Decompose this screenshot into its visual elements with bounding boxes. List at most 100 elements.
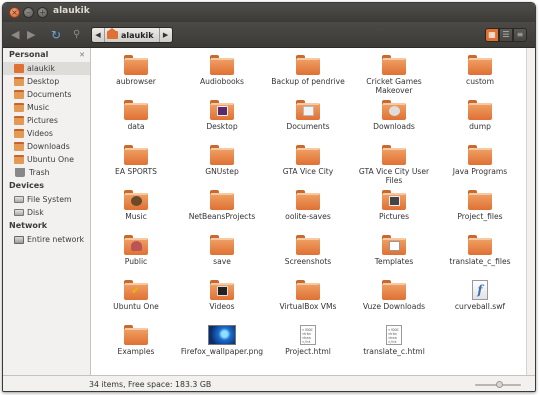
folder-icon: [210, 55, 234, 75]
file-item[interactable]: NetBeansProjects: [179, 189, 265, 234]
file-item[interactable]: Cricket Games Makeover: [351, 54, 437, 99]
file-item[interactable]: Public: [93, 234, 179, 279]
folder-shape: [468, 235, 492, 255]
file-item[interactable]: Java Programs: [437, 144, 523, 189]
file-item[interactable]: translate_c_files: [437, 234, 523, 279]
file-view[interactable]: aubrowser Audiobooks Backup of pendrive Cri…: [91, 48, 528, 375]
file-item[interactable]: GTA Vice City User Files: [351, 144, 437, 189]
templates-emblem-icon: [389, 241, 400, 251]
minimize-window-button[interactable]: –: [23, 7, 34, 18]
sidebar-item-pictures[interactable]: Pictures: [3, 114, 90, 127]
file-item[interactable]: custom: [437, 54, 523, 99]
sidebar-item-desktop[interactable]: Desktop: [3, 75, 90, 88]
reload-icon[interactable]: ↻: [51, 29, 61, 41]
file-item[interactable]: Screenshots: [265, 234, 351, 279]
scrollbar[interactable]: [526, 48, 535, 375]
file-name-label: Firefox_wallpaper.png: [180, 347, 264, 356]
folder-shape: [124, 100, 148, 120]
compact-list-icon: ≡: [516, 30, 524, 39]
titlebar[interactable]: × – + alaukik: [3, 3, 535, 22]
folder-icon: [468, 55, 492, 75]
compact-view-button[interactable]: ≡: [513, 28, 527, 42]
collapse-icon[interactable]: ✕: [79, 51, 85, 59]
file-name-label: VirtualBox VMs: [279, 302, 337, 311]
sidebar-item-home[interactable]: alaukik: [3, 62, 90, 75]
forward-arrow-icon[interactable]: ▶: [27, 29, 35, 41]
file-item[interactable]: Documents: [265, 99, 351, 144]
sidebar-section-network: Network: [3, 221, 90, 233]
back-arrow-icon[interactable]: ◀: [11, 29, 19, 41]
file-name-label: oolite-saves: [285, 212, 331, 221]
file-name-label: Public: [124, 257, 148, 266]
folder-shape: [296, 190, 320, 210]
file-item[interactable]: aubrowser: [93, 54, 179, 99]
file-item[interactable]: VirtualBox VMs: [265, 279, 351, 324]
file-item[interactable]: save: [179, 234, 265, 279]
file-item[interactable]: Firefox_wallpaper.png: [179, 324, 265, 369]
sidebar-item-label: File System: [27, 195, 72, 204]
sidebar-item-label: Desktop: [27, 77, 60, 86]
folder-shape: [296, 280, 320, 300]
file-item[interactable]: data: [93, 99, 179, 144]
sidebar-item-downloads[interactable]: Downloads: [3, 140, 90, 153]
path-crumb-label: alaukik: [121, 30, 154, 40]
file-name-label: translate_c.html: [363, 347, 425, 356]
file-item[interactable]: Examples: [93, 324, 179, 369]
path-right-arrow-icon[interactable]: ▶: [160, 31, 172, 39]
folder-icon: [14, 77, 24, 86]
close-window-button[interactable]: ×: [9, 7, 20, 18]
sidebar-item-file-system[interactable]: File System: [3, 193, 90, 206]
path-left-arrow-icon[interactable]: ◀: [92, 31, 104, 39]
icon-view-button[interactable]: ▦: [485, 28, 499, 42]
folder-icon: [468, 145, 492, 165]
file-item[interactable]: Music: [93, 189, 179, 234]
file-name-label: Videos: [209, 302, 235, 311]
file-name-label: GTA Vice City User Files: [358, 167, 430, 185]
file-item[interactable]: Vuze Downloads: [351, 279, 437, 324]
maximize-window-button[interactable]: +: [37, 7, 48, 18]
file-item[interactable]: Templates: [351, 234, 437, 279]
desktop-emblem-icon: [217, 106, 228, 116]
file-item[interactable]: Downloads: [351, 99, 437, 144]
toolbar: ◀ ▶ ↻ ⚲ ◀ alaukik ▶ ▦ ☰ ≡: [3, 22, 535, 48]
sidebar-item-label: Downloads: [27, 142, 70, 151]
sidebar-item-videos[interactable]: Videos: [3, 127, 90, 140]
sidebar-section-label: Devices: [9, 181, 44, 190]
file-item[interactable]: Audiobooks: [179, 54, 265, 99]
file-item[interactable]: f curveball.swf: [437, 279, 523, 324]
list-view-button[interactable]: ☰: [499, 28, 513, 42]
file-item[interactable]: ✔ Ubuntu One: [93, 279, 179, 324]
sidebar-item-trash[interactable]: Trash: [3, 166, 90, 179]
folder-icon: [382, 190, 406, 210]
file-item[interactable]: <!DOC <htm <hea </ht translate_c.html: [351, 324, 437, 369]
file-item[interactable]: GTA Vice City: [265, 144, 351, 189]
file-item[interactable]: oolite-saves: [265, 189, 351, 234]
folder-icon: [296, 100, 320, 120]
file-name-label: GNUstep: [205, 167, 239, 176]
file-item[interactable]: GNUstep: [179, 144, 265, 189]
document-page-icon: <!DOC <htm <hea </ht: [386, 325, 402, 345]
sidebar-item-label: Trash: [29, 168, 50, 177]
sidebar-item-entire-network[interactable]: Entire network: [3, 233, 90, 246]
file-item[interactable]: Project_files: [437, 189, 523, 234]
sidebar-item-music[interactable]: Music: [3, 101, 90, 114]
file-item[interactable]: EA SPORTS: [93, 144, 179, 189]
sidebar-item-ubuntu-one[interactable]: Ubuntu One: [3, 153, 90, 166]
zoom-slider-handle[interactable]: [496, 381, 503, 388]
file-name-label: Screenshots: [284, 257, 332, 266]
path-crumb-home[interactable]: alaukik: [104, 28, 160, 42]
folder-icon: ✔: [124, 280, 148, 300]
file-item[interactable]: Backup of pendrive: [265, 54, 351, 99]
file-item[interactable]: dump: [437, 99, 523, 144]
file-item[interactable]: <!DOC <htm <hea </ht Project.html: [265, 324, 351, 369]
file-name-label: Java Programs: [452, 167, 508, 176]
search-icon[interactable]: ⚲: [73, 29, 80, 41]
folder-shape: [468, 190, 492, 210]
file-item[interactable]: Pictures: [351, 189, 437, 234]
folder-icon: [14, 90, 24, 99]
file-item[interactable]: Videos: [179, 279, 265, 324]
file-item[interactable]: Desktop: [179, 99, 265, 144]
folder-icon: [382, 100, 406, 120]
sidebar-item-disk[interactable]: Disk: [3, 206, 90, 219]
sidebar-item-documents[interactable]: Documents: [3, 88, 90, 101]
